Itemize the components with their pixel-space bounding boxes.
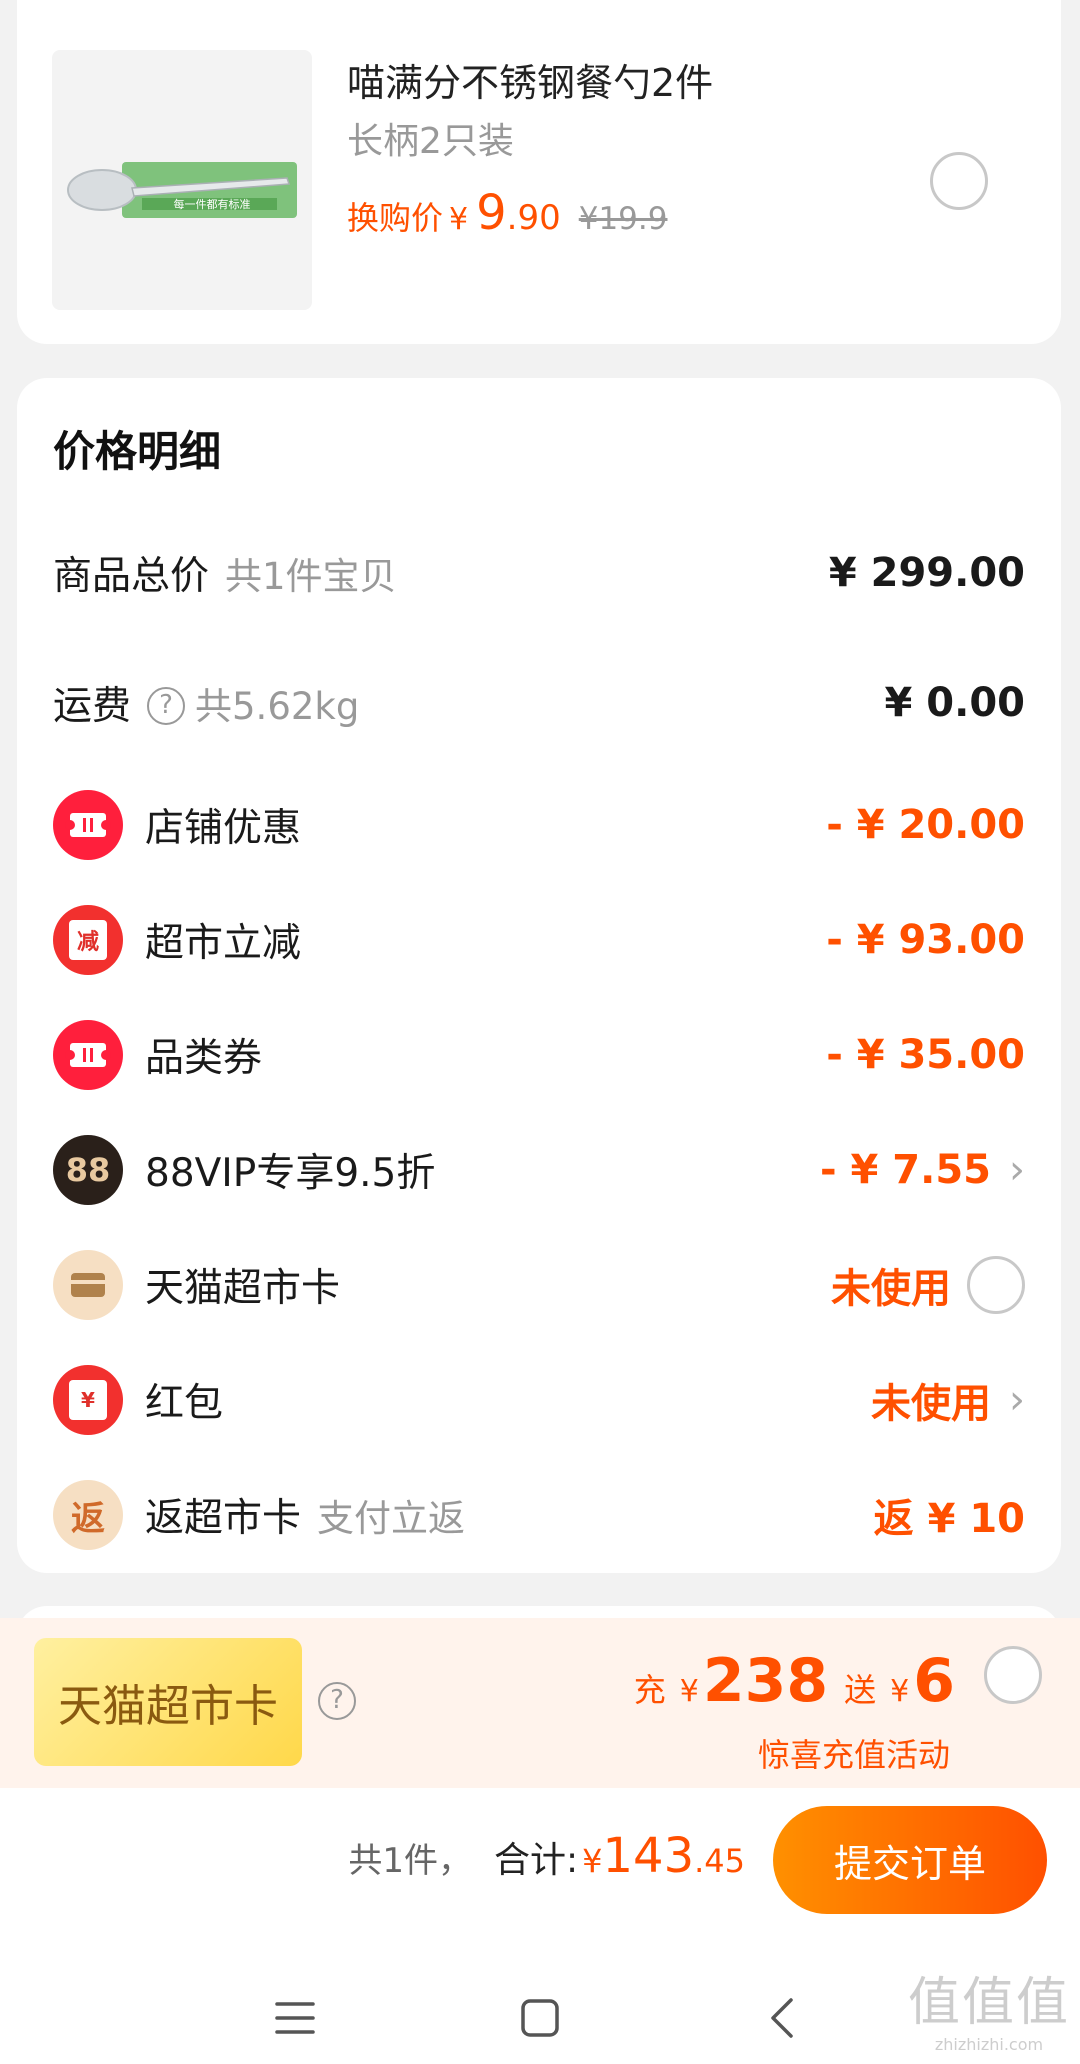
- checkout-footer: 共1件， 合计: ¥ 143 .45 提交订单 值值值 zhizhizhi.co…: [0, 1788, 1080, 2064]
- original-price: ¥19.9: [578, 201, 668, 237]
- row-hint: 共1件宝贝: [225, 555, 397, 598]
- row-value: - ¥ 7.55: [820, 1147, 991, 1193]
- row-label: 店铺优惠: [145, 806, 302, 851]
- spoon-image: 每一件都有标准: [67, 162, 297, 218]
- gift-currency: ¥: [890, 1674, 910, 1709]
- row-tmall-card: 天猫超市卡 未使用: [17, 1245, 1061, 1325]
- price-currency: ¥: [449, 202, 469, 237]
- row-value: 未使用: [871, 1381, 991, 1427]
- watermark-logo: 值值值: [907, 1973, 1070, 2033]
- row-value: 返 ¥ 10: [873, 1496, 1025, 1542]
- coupon-icon: [53, 1020, 123, 1090]
- red-envelope-icon-text: ¥: [69, 1380, 107, 1420]
- home-icon[interactable]: [510, 1988, 570, 2048]
- chevron-right-icon[interactable]: ›: [1009, 1377, 1025, 1423]
- tmall-card-badge: 天猫超市卡: [34, 1638, 302, 1766]
- back-icon[interactable]: [752, 1988, 812, 2048]
- row-88vip[interactable]: 88 88VIP专享9.5折 - ¥ 7.55 ›: [17, 1130, 1061, 1210]
- red-envelope-icon: ¥: [53, 1365, 123, 1435]
- gift-amount: 6: [913, 1646, 955, 1716]
- discount-icon: 减: [53, 905, 123, 975]
- row-category-coupon: 品类券 - ¥ 35.00: [17, 1015, 1061, 1095]
- row-shop-discount: 店铺优惠 - ¥ 20.00: [17, 785, 1061, 865]
- watermark: 值值值 zhizhizhi.com: [908, 1960, 1070, 2054]
- item-count: 共1件，: [348, 1841, 472, 1881]
- recharge-bar: 天猫超市卡 ? 充 ¥ 238 送 ¥ 6 惊喜充值活动: [0, 1618, 1080, 1788]
- total-label: 合计:: [493, 1840, 579, 1881]
- row-value: ¥ 0.00: [884, 680, 1025, 726]
- row-hint: 支付立返: [317, 1497, 466, 1540]
- recharge-activity: 惊喜充值活动: [757, 1736, 950, 1774]
- cashback-icon-text: 返: [71, 1498, 105, 1539]
- tmall-card-radio[interactable]: [967, 1256, 1025, 1314]
- row-cashback: 返 返超市卡 支付立返 返 ¥ 10: [17, 1475, 1061, 1555]
- total-integer: 143: [602, 1828, 695, 1884]
- order-summary: 共1件， 合计: ¥ 143 .45: [348, 1828, 745, 1884]
- total-decimal: .45: [694, 1842, 745, 1880]
- vip-icon-text: 88: [65, 1151, 111, 1189]
- recharge-currency: ¥: [679, 1674, 699, 1709]
- recharge-amount: 238: [702, 1646, 829, 1716]
- gift-prefix: 送: [844, 1671, 877, 1709]
- row-value: 未使用: [831, 1266, 951, 1312]
- row-red-envelope[interactable]: ¥ 红包 未使用 ›: [17, 1360, 1061, 1440]
- card-icon: [53, 1250, 123, 1320]
- section-title: 价格明细: [53, 427, 222, 476]
- row-item-total: 商品总价 共1件宝贝 ¥ 299.00: [17, 533, 1061, 613]
- product-spec: 长柄2只装: [347, 121, 514, 162]
- row-label: 超市立减: [145, 921, 302, 966]
- row-label: 商品总价: [53, 554, 210, 599]
- recharge-offer: 充 ¥ 238 送 ¥ 6: [634, 1646, 955, 1716]
- row-label: 红包: [145, 1381, 224, 1426]
- row-label: 返超市卡: [145, 1496, 302, 1541]
- price-decimal: .90: [506, 198, 561, 238]
- recharge-prefix: 充: [633, 1671, 666, 1709]
- watermark-url: zhizhizhi.com: [934, 2035, 1044, 2054]
- row-value: ¥ 299.00: [828, 550, 1025, 596]
- submit-order-button[interactable]: 提交订单: [773, 1806, 1047, 1914]
- product-title[interactable]: 喵满分不锈钢餐勺2件: [347, 52, 713, 107]
- product-image[interactable]: 每一件都有标准: [52, 50, 312, 310]
- ticket-icon: [53, 790, 123, 860]
- row-label: 运费: [53, 684, 132, 729]
- row-label: 品类券: [145, 1036, 263, 1081]
- total-currency: ¥: [582, 1842, 603, 1880]
- product-select-radio[interactable]: [930, 152, 988, 210]
- price-detail-card: 价格明细 商品总价 共1件宝贝 ¥ 299.00 运费? 共5.62kg ¥ 0.0…: [17, 378, 1061, 1573]
- help-icon[interactable]: ?: [318, 1682, 356, 1720]
- chevron-right-icon[interactable]: ›: [1009, 1147, 1025, 1193]
- price-integer: 9: [476, 185, 507, 241]
- discount-icon-text: 减: [69, 920, 107, 960]
- recharge-radio[interactable]: [984, 1646, 1042, 1704]
- row-value: - ¥ 35.00: [826, 1032, 1025, 1078]
- price-label: 换购价: [347, 199, 444, 237]
- row-hint: 共5.62kg: [195, 685, 360, 728]
- cashback-icon: 返: [53, 1480, 123, 1550]
- row-value: - ¥ 93.00: [826, 917, 1025, 963]
- row-label: 天猫超市卡: [145, 1266, 341, 1311]
- image-caption: 每一件都有标准: [174, 197, 251, 211]
- product-price: 换购价 ¥ 9 .90 ¥19.9: [347, 185, 667, 241]
- vip-icon: 88: [53, 1135, 123, 1205]
- row-label: 88VIP专享9.5折: [145, 1151, 436, 1196]
- row-supermarket-discount: 减 超市立减 - ¥ 93.00: [17, 900, 1061, 980]
- row-value: - ¥ 20.00: [826, 802, 1025, 848]
- row-shipping: 运费? 共5.62kg ¥ 0.00: [17, 663, 1061, 743]
- product-card: 每一件都有标准 喵满分不锈钢餐勺2件 长柄2只装 换购价 ¥ 9 .90 ¥19…: [17, 0, 1061, 344]
- menu-icon[interactable]: [265, 1988, 325, 2048]
- help-icon[interactable]: ?: [147, 686, 186, 725]
